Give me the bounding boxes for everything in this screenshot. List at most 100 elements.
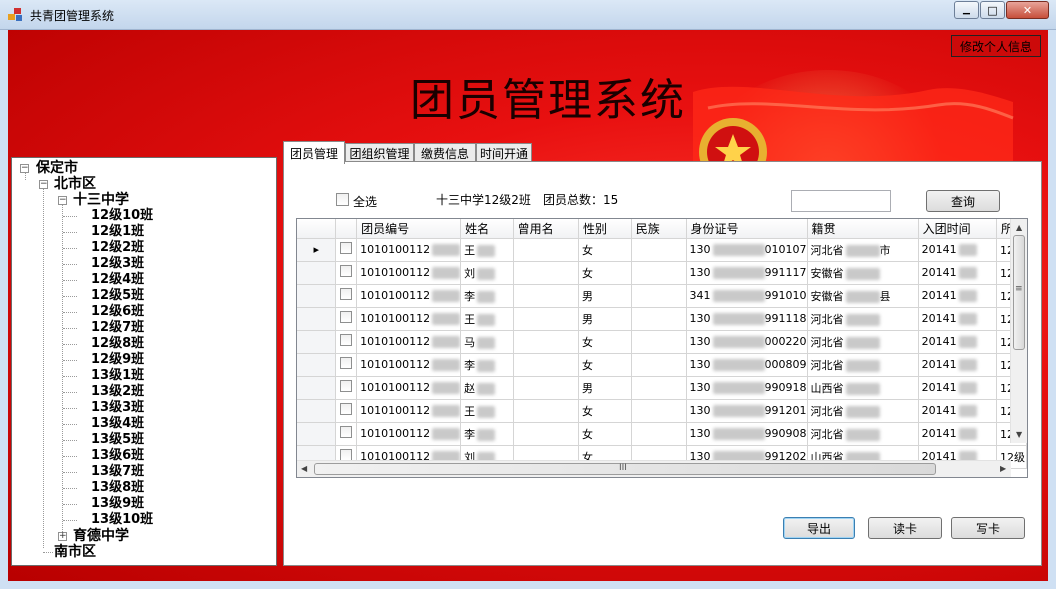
cell-nation[interactable] [631,353,687,377]
horizontal-scroll-thumb[interactable]: III [314,463,936,475]
row-checkbox-cell[interactable] [335,330,358,354]
cell-name[interactable]: 李 [460,284,514,308]
row-checkbox[interactable] [340,357,353,369]
row-checkbox-cell[interactable] [335,422,358,446]
checkbox-box[interactable] [336,193,349,206]
cell-idcard[interactable]: 130 990918 [686,376,808,400]
organization-tree[interactable]: − 保定市 − 北市区 − 十三中学 12级10班 12级1班 12级2班 12级3班… [11,157,277,566]
cell-origin[interactable]: 河北省 [807,399,919,423]
collapse-root-toggle[interactable]: − [20,164,29,173]
tree-node-class[interactable]: 13级10班 [91,512,153,528]
grid-vertical-scrollbar[interactable]: ▲ ≡ ▼ [1010,219,1027,443]
row-header-cell[interactable] [297,307,337,331]
cell-idcard[interactable]: 130 000220 [686,330,808,354]
cell-origin[interactable]: 河北省 [807,307,919,331]
cell-joined[interactable]: 20141 [918,284,997,308]
column-header-id-number[interactable]: 身份证号 [686,219,808,239]
cell-name[interactable]: 王 [460,399,514,423]
cell-gender[interactable]: 女 [578,399,632,423]
row-checkbox[interactable] [340,403,353,415]
edit-profile-button[interactable]: 修改个人信息 [951,35,1041,57]
cell-id[interactable]: 1010100112 [356,307,462,331]
cell-id[interactable]: 1010100112 [356,422,462,446]
column-header-former-name[interactable]: 曾用名 [513,219,579,239]
cell-idcard[interactable]: 130 000809 [686,353,808,377]
cell-origin[interactable]: 安徽省 县 [807,284,919,308]
tab-organization-management[interactable]: 团组织管理 [345,143,414,163]
cell-origin[interactable]: 河北省 [807,330,919,354]
row-checkbox-cell[interactable] [335,307,358,331]
tab-time-activation[interactable]: 时间开通 [476,143,532,163]
cell-joined[interactable]: 20141 [918,330,997,354]
cell-nation[interactable] [631,422,687,446]
cell-alias[interactable] [513,353,579,377]
cell-idcard[interactable]: 130 990908 [686,422,808,446]
cell-name[interactable]: 李 [460,353,514,377]
cell-joined[interactable]: 20141 [918,422,997,446]
tab-fee-info[interactable]: 缴费信息 [414,143,476,163]
cell-name[interactable]: 王 [460,238,514,262]
cell-joined[interactable]: 20141 [918,307,997,331]
cell-joined[interactable]: 20141 [918,238,997,262]
scroll-left-icon[interactable]: ◀ [301,464,307,473]
row-checkbox-cell[interactable] [335,376,358,400]
tree-node-district-south[interactable]: 南市区 [54,544,96,560]
cell-alias[interactable] [513,261,579,285]
column-header-join-date[interactable]: 入团时间 [918,219,997,239]
tree-node-class[interactable]: 13级1班 [91,368,144,384]
cell-name[interactable]: 马 [460,330,514,354]
cell-joined[interactable]: 20141 [918,261,997,285]
cell-nation[interactable] [631,238,687,262]
cell-gender[interactable]: 男 [578,307,632,331]
row-checkbox[interactable] [340,334,353,346]
cell-joined[interactable]: 20141 [918,353,997,377]
tree-node-school-13[interactable]: 十三中学 [73,192,129,208]
cell-origin[interactable]: 河北省 [807,422,919,446]
tree-node-class[interactable]: 12级5班 [91,288,144,304]
close-button[interactable]: ✕ [1006,1,1049,19]
row-header-cell[interactable] [297,399,337,423]
tree-node-class[interactable]: 13级6班 [91,448,144,464]
cell-nation[interactable] [631,376,687,400]
column-header-member-id[interactable]: 团员编号 [356,219,462,239]
tree-node-class[interactable]: 13级4班 [91,416,144,432]
grid-row[interactable]: ▸1010100112王女130010107河北省市2014112级 [297,238,1027,262]
cell-id[interactable]: 1010100112 [356,376,462,400]
cell-nation[interactable] [631,307,687,331]
cell-gender[interactable]: 女 [578,238,632,262]
cell-idcard[interactable]: 130 991117 [686,261,808,285]
grid-row[interactable]: 1010100112赵男130990918山西省2014112级 [297,376,1027,400]
maximize-button[interactable]: □ [980,1,1005,19]
cell-joined[interactable]: 20141 [918,376,997,400]
row-checkbox-cell[interactable] [335,284,358,308]
column-header-native-place[interactable]: 籍贯 [807,219,919,239]
column-header-gender[interactable]: 性别 [578,219,632,239]
cell-name[interactable]: 王 [460,307,514,331]
cell-gender[interactable]: 女 [578,422,632,446]
scroll-down-icon[interactable]: ▼ [1016,430,1022,439]
tree-node-root[interactable]: 保定市 [36,160,78,176]
tree-node-class[interactable]: 13级2班 [91,384,144,400]
cell-origin[interactable]: 河北省 [807,353,919,377]
cell-nation[interactable] [631,284,687,308]
column-header-name[interactable]: 姓名 [460,219,514,239]
tree-node-school-yude[interactable]: 育德中学 [73,528,129,544]
tree-node-class[interactable]: 13级8班 [91,480,144,496]
scroll-up-icon[interactable]: ▲ [1016,223,1022,232]
cell-gender[interactable]: 男 [578,376,632,400]
row-checkbox-cell[interactable] [335,238,358,262]
tree-node-class[interactable]: 13级7班 [91,464,144,480]
cell-alias[interactable] [513,399,579,423]
row-checkbox-cell[interactable] [335,353,358,377]
row-header-cell[interactable] [297,422,337,446]
grid-horizontal-scrollbar[interactable]: ◀ III ▶ [297,460,1011,477]
row-checkbox[interactable] [340,242,353,254]
row-checkbox[interactable] [340,311,353,323]
tab-member-management[interactable]: 团员管理 [283,141,345,164]
tree-node-class[interactable]: 12级6班 [91,304,144,320]
tree-node-class[interactable]: 13级5班 [91,432,144,448]
grid-row[interactable]: 1010100112李女130000809河北省2014112级 [297,353,1027,377]
collapse-school-toggle[interactable]: − [58,196,67,205]
row-header-cell[interactable] [297,353,337,377]
tree-node-class[interactable]: 13级9班 [91,496,144,512]
